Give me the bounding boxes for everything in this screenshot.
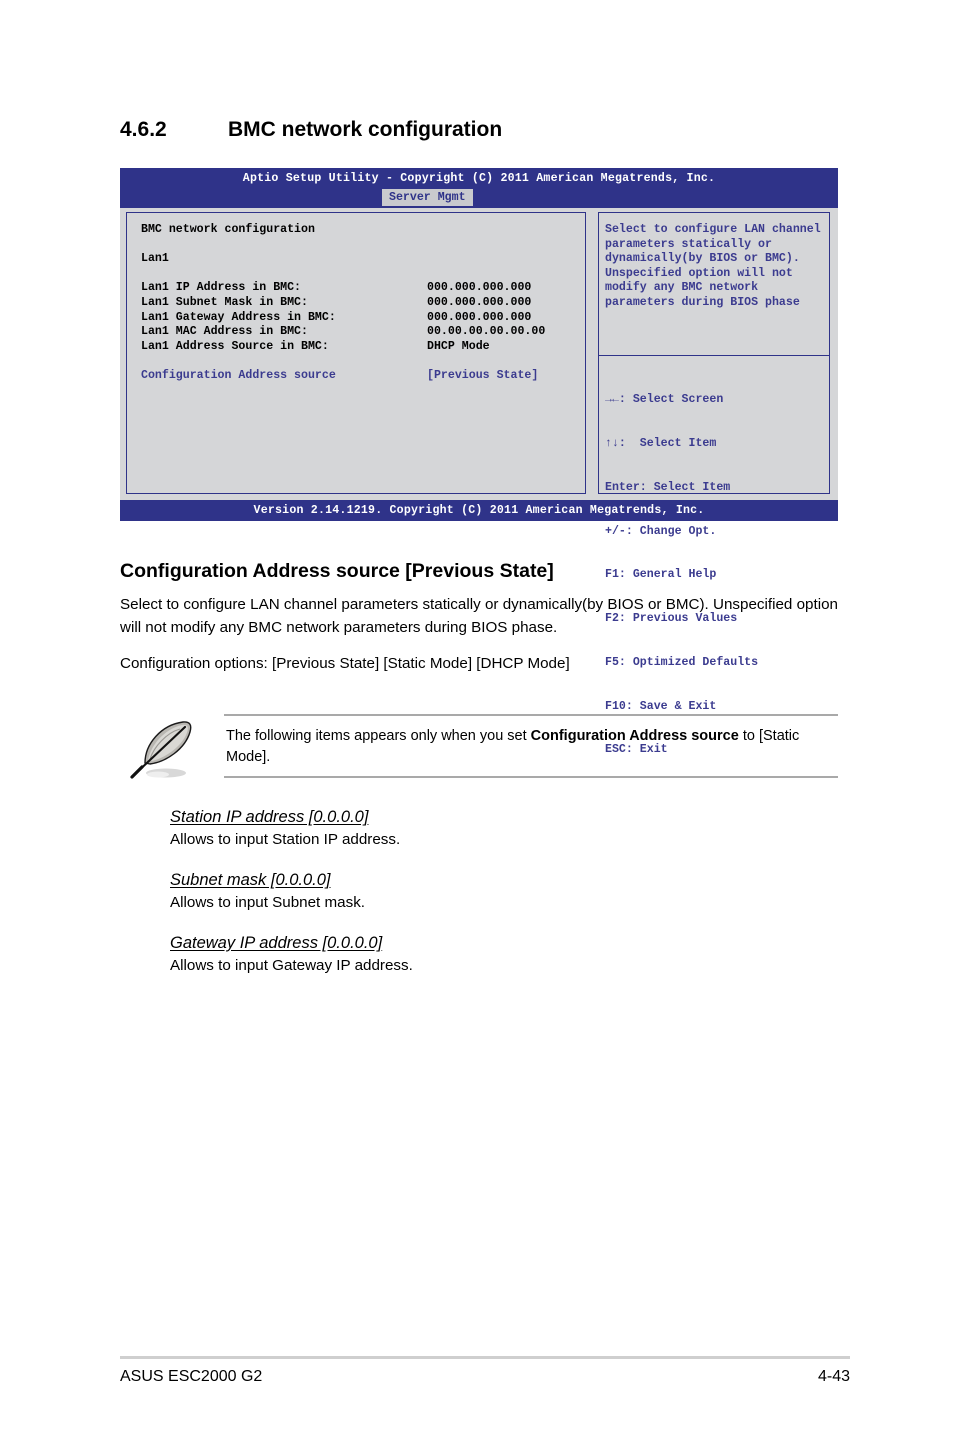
manual-page: 4.6.2 BMC network configuration Aptio Se… <box>0 0 954 1438</box>
note-text: The following items appears only when yo… <box>226 726 840 768</box>
key-legend-item: F1: General Help <box>605 568 717 582</box>
bios-row-value: 000.000.000.000 <box>427 295 532 309</box>
bios-group-label-lan1: Lan1 <box>141 252 169 266</box>
bios-row-label: Lan1 MAC Address in BMC: <box>141 325 308 339</box>
bios-row-value: 000.000.000.000 <box>427 281 532 295</box>
bios-row: Lan1 IP Address in BMC: 000.000.000.000 <box>141 281 585 296</box>
note-text-bold: Configuration Address source <box>530 728 739 744</box>
item-heading: Configuration Address source [Previous S… <box>120 560 554 582</box>
sub-item-description: Allows to input Station IP address. <box>170 831 401 848</box>
bios-row-configuration-address-source[interactable]: Configuration Address source [Previous S… <box>141 369 585 384</box>
key-legend-item: →←: Select Screen <box>605 393 724 407</box>
item-description: Select to configure LAN channel paramete… <box>120 596 838 636</box>
section-number: 4.6.2 <box>120 118 167 141</box>
bios-row-label: Lan1 Gateway Address in BMC: <box>141 310 336 324</box>
tab-server-mgmt[interactable]: Server Mgmt <box>382 189 473 206</box>
bios-row-value: 00.00.00.00.00.00 <box>427 325 546 339</box>
footer-divider <box>120 1356 850 1359</box>
bios-row-label: Lan1 Subnet Mask in BMC: <box>141 295 308 309</box>
bios-row-value: DHCP Mode <box>427 339 490 353</box>
bios-help-text: Select to configure LAN channel paramete… <box>599 213 829 356</box>
section-title: BMC network configuration <box>228 118 503 141</box>
note-box: The following items appears only when yo… <box>120 706 838 786</box>
bios-row-value: [Previous State] <box>427 368 539 382</box>
bios-row-value: 000.000.000.000 <box>427 310 532 324</box>
sub-item-subnet-mask: Subnet mask [0.0.0.0] Allows to input Su… <box>170 871 770 913</box>
bios-row-label: Lan1 Address Source in BMC: <box>141 339 329 353</box>
sub-item-description: Allows to input Subnet mask. <box>170 894 366 911</box>
sub-item-title: Subnet mask [0.0.0.0] <box>170 871 331 889</box>
sub-item-gateway-ip-address: Gateway IP address [0.0.0.0] Allows to i… <box>170 934 770 976</box>
bios-row: Lan1 MAC Address in BMC: 00.00.00.00.00.… <box>141 325 585 340</box>
key-legend-item: Enter: Select Item <box>605 480 731 494</box>
bios-titlebar: Aptio Setup Utility - Copyright (C) 2011… <box>120 168 838 189</box>
quill-pen-icon <box>128 716 200 782</box>
bios-row-label: Configuration Address source <box>141 368 336 382</box>
key-legend-item: +/-: Change Opt. <box>605 524 717 538</box>
note-text-before: The following items appears only when yo… <box>226 728 531 744</box>
note-divider-top <box>224 714 838 716</box>
bios-body: BMC network configuration Lan1 Lan1 IP A… <box>120 206 838 756</box>
item-options-line: Configuration options: [Previous State] … <box>120 655 570 672</box>
bios-row: Lan1 Address Source in BMC: DHCP Mode <box>141 340 585 355</box>
key-legend-item: ↑↓: Select Item <box>605 436 717 450</box>
sub-item-station-ip-address: Station IP address [0.0.0.0] Allows to i… <box>170 808 770 850</box>
note-divider-bottom <box>224 776 838 778</box>
sub-item-description: Allows to input Gateway IP address. <box>170 957 413 974</box>
footer-product-name: ASUS ESC2000 G2 <box>120 1368 263 1385</box>
bios-settings-panel: BMC network configuration Lan1 Lan1 IP A… <box>126 212 586 494</box>
bios-setup-screenshot: Aptio Setup Utility - Copyright (C) 2011… <box>120 168 838 756</box>
bios-row: Lan1 Subnet Mask in BMC: 000.000.000.000 <box>141 296 585 311</box>
bios-row-label: Lan1 IP Address in BMC: <box>141 281 302 295</box>
bios-help-panel: Select to configure LAN channel paramete… <box>598 212 830 756</box>
sub-item-title: Station IP address [0.0.0.0] <box>170 808 369 826</box>
sub-item-title: Gateway IP address [0.0.0.0] <box>170 934 383 952</box>
footer-page-number: 4-43 <box>817 1368 850 1385</box>
bios-tab-row: Server Mgmt <box>120 189 838 206</box>
section-heading: 4.6.2 BMC network configuration <box>120 118 502 142</box>
bios-screen-title: BMC network configuration <box>141 223 315 236</box>
bios-row: Lan1 Gateway Address in BMC: 000.000.000… <box>141 311 585 326</box>
